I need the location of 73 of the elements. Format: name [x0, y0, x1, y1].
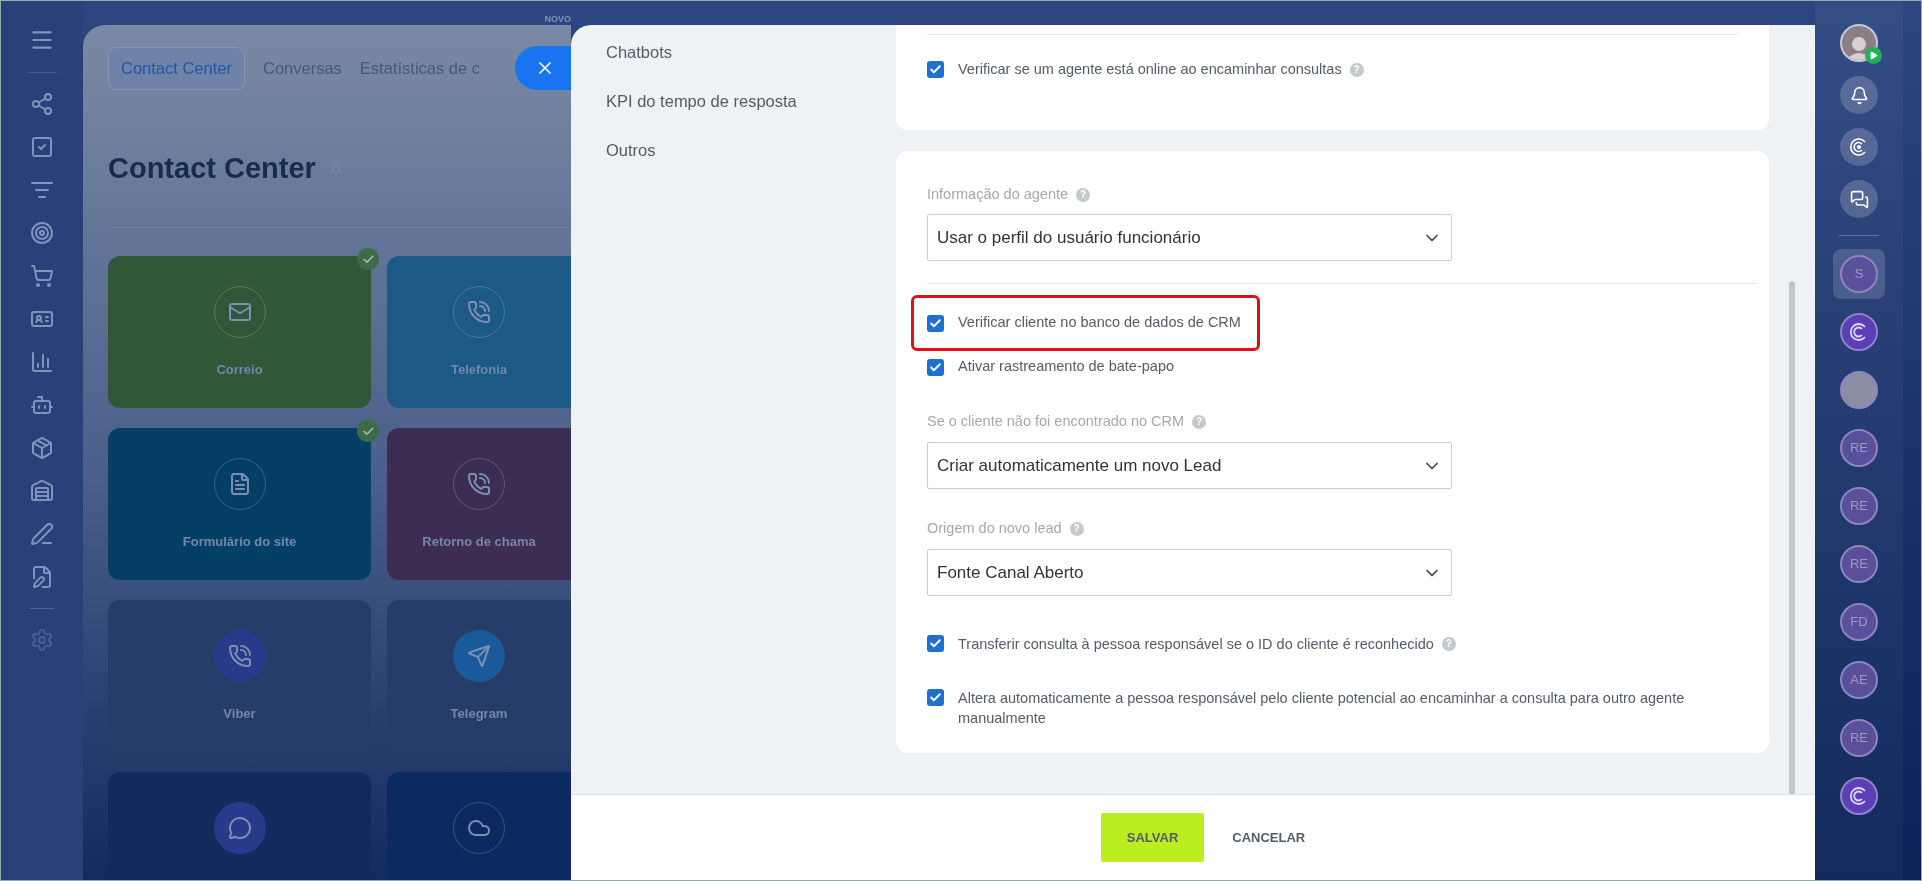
tile-label: Formulário do site [182, 533, 297, 551]
checkbox[interactable] [927, 358, 944, 376]
pen-icon[interactable] [30, 522, 54, 546]
spiral-icon[interactable] [1840, 128, 1878, 166]
help-badge[interactable]: ? [1076, 188, 1091, 202]
checkbox[interactable] [927, 635, 944, 652]
chat-arrows-icon[interactable] [1840, 180, 1878, 218]
help-badge[interactable]: ? [1069, 522, 1084, 536]
help-badge[interactable]: ? [1441, 637, 1456, 651]
channel-tile[interactable] [387, 772, 571, 880]
initials-avatar[interactable]: RE [1840, 487, 1878, 525]
checkbox-label: Verificar cliente no banco de dados de CRM [958, 313, 1241, 333]
document-edit-icon[interactable] [30, 565, 54, 589]
channel-tile[interactable]: Telefonia [387, 256, 571, 408]
avatar-photo-placeholder[interactable] [1840, 371, 1878, 409]
save-button[interactable]: SALVAR [1100, 813, 1205, 862]
checkbox-label: Ativar rastreamento de bate-papo [958, 357, 1174, 377]
initials-avatar[interactable]: S [1833, 249, 1885, 299]
warehouse-icon[interactable] [30, 479, 54, 503]
tile-label: Viber [223, 705, 256, 723]
settings-menu-item[interactable]: KPI do tempo de resposta [606, 89, 896, 112]
settings-menu-item[interactable]: Chatbots [606, 40, 896, 63]
check-icon [929, 637, 942, 650]
page-title: Contact Center [108, 150, 316, 186]
channel-tile[interactable]: Formulário do site [108, 428, 371, 580]
target-icon[interactable] [30, 221, 54, 245]
check-icon [929, 691, 942, 704]
initials-avatar[interactable]: AE [1840, 661, 1878, 699]
initials-avatar[interactable]: FD [1840, 603, 1878, 641]
initials-avatar[interactable]: RE [1840, 719, 1878, 757]
box-icon[interactable] [30, 436, 54, 460]
checkbox-label: Transferir consulta à pessoa responsável se o ID do cliente é reconhecido [958, 635, 1434, 654]
share-icon[interactable] [30, 92, 54, 116]
field-label: Origem do novo lead [927, 519, 1062, 539]
spiral-logo-icon[interactable] [1840, 777, 1878, 815]
dropdown-field[interactable]: Fonte Canal Aberto [927, 549, 1452, 596]
channel-tile[interactable]: Correio [108, 256, 371, 408]
tile-label: Telefonia [450, 361, 508, 379]
initials-avatar[interactable]: RE [1840, 429, 1878, 467]
channel-tile[interactable]: Retorno de chama [387, 428, 571, 580]
checkbox-label: Verificar se um agente está online ao encaminhar consultas [958, 60, 1342, 79]
chat-icon [213, 802, 266, 854]
phone-bubble-icon [213, 630, 266, 682]
new-label: NOVO [544, 13, 571, 26]
spiral-logo-icon[interactable] [1840, 313, 1878, 351]
help-badge[interactable]: ? [1349, 62, 1364, 77]
paper-plane-icon [453, 630, 505, 682]
tab[interactable]: Contact Center [108, 47, 245, 90]
close-button[interactable] [515, 46, 571, 90]
help-badge[interactable]: ? [1192, 415, 1207, 429]
dropdown-field[interactable]: Usar o perfil do usuário funcionário [927, 214, 1452, 261]
checkbox[interactable] [927, 314, 944, 332]
cart-icon[interactable] [30, 264, 54, 288]
bell-icon[interactable] [1840, 76, 1878, 114]
check-icon [929, 360, 942, 374]
bar-chart-icon[interactable] [30, 350, 54, 374]
settings-menu-item[interactable]: Outros [606, 138, 896, 161]
check-icon [929, 316, 942, 330]
tile-label: Telegram [450, 705, 508, 723]
task-icon[interactable] [30, 135, 54, 159]
tile-label: Retorno de chama [422, 533, 536, 551]
dropdown-field[interactable]: Criar automaticamente um novo Lead [927, 442, 1452, 489]
checkbox[interactable] [927, 61, 944, 79]
play-icon[interactable] [1865, 47, 1882, 64]
tile-label: Correio [216, 361, 263, 379]
field-label: Se o cliente não foi encontrado no CRM [927, 412, 1185, 432]
scrollbar[interactable] [1789, 281, 1795, 794]
checkbox-label: Altera automaticamente a pessoa responsável pelo cliente potencial ao encaminhar a consulta para outro agente manualmente [958, 689, 1686, 728]
robot-icon[interactable] [30, 393, 54, 417]
checkbox[interactable] [927, 689, 944, 706]
initials-avatar[interactable]: RE [1840, 545, 1878, 583]
cancel-button[interactable]: CANCELAR [1222, 813, 1316, 862]
field-label: Informação do agente [927, 185, 1069, 205]
